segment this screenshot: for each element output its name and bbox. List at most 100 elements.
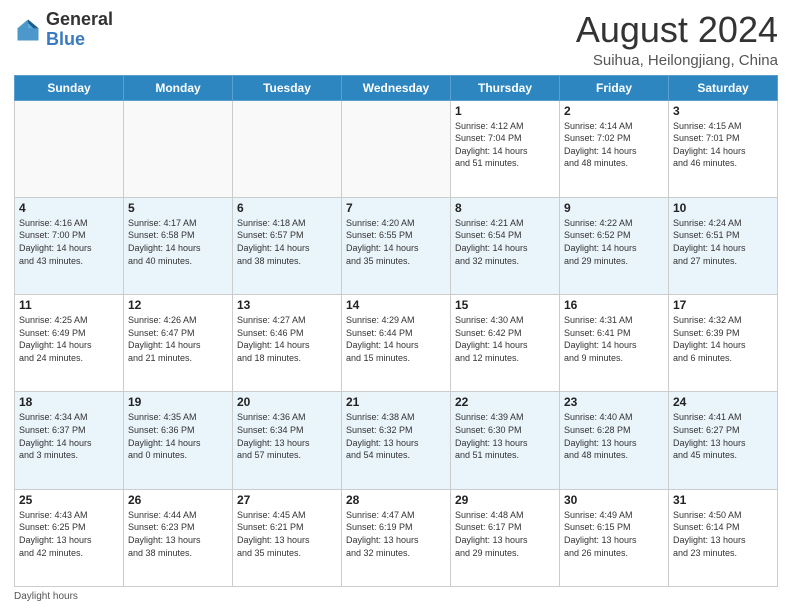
day-number: 27 xyxy=(237,493,337,507)
month-title: August 2024 xyxy=(576,10,778,50)
day-number: 1 xyxy=(455,104,555,118)
day-number: 6 xyxy=(237,201,337,215)
day-number: 28 xyxy=(346,493,446,507)
calendar-cell: 19Sunrise: 4:35 AMSunset: 6:36 PMDayligh… xyxy=(124,392,233,489)
day-number: 2 xyxy=(564,104,664,118)
calendar-cell: 3Sunrise: 4:15 AMSunset: 7:01 PMDaylight… xyxy=(669,100,778,197)
calendar-cell: 17 Sunrise: 4:32 AMSunset: 6:39 PMDayligh… xyxy=(669,295,778,392)
day-header-monday: Monday xyxy=(124,75,233,100)
calendar-cell: 12 Sunrise: 4:26 AMSunset: 6:47 PMDayligh… xyxy=(124,295,233,392)
day-header-friday: Friday xyxy=(560,75,669,100)
calendar-cell: 4 Sunrise: 4:16 AMSunset: 7:00 PMDaylight… xyxy=(15,197,124,294)
logo-icon xyxy=(14,16,42,44)
day-number: 16 xyxy=(564,298,664,312)
day-number: 3 xyxy=(673,104,773,118)
day-number: 18 xyxy=(19,395,119,409)
day-number: 24 xyxy=(673,395,773,409)
week-row-4: 18 Sunrise: 4:34 AMSunset: 6:37 PMDayligh… xyxy=(15,392,778,489)
calendar-cell: 13 Sunrise: 4:27 AMSunset: 6:46 PMDayligh… xyxy=(233,295,342,392)
logo: General Blue xyxy=(14,10,113,50)
day-info: Sunrise: 4:30 AMSunset: 6:42 PMDaylight:… xyxy=(455,314,555,364)
calendar-cell: 31 Sunrise: 4:50 AMSunset: 6:14 PMDayligh… xyxy=(669,489,778,586)
logo-text: General Blue xyxy=(46,10,113,50)
day-info: Sunrise: 4:36 AMSunset: 6:34 PMDaylight:… xyxy=(237,411,337,461)
week-row-2: 4 Sunrise: 4:16 AMSunset: 7:00 PMDaylight… xyxy=(15,197,778,294)
calendar-cell: 26 Sunrise: 4:44 AMSunset: 6:23 PMDayligh… xyxy=(124,489,233,586)
day-number: 30 xyxy=(564,493,664,507)
day-info: Sunrise: 4:32 AMSunset: 6:39 PMDaylight:… xyxy=(673,314,773,364)
day-number: 11 xyxy=(19,298,119,312)
calendar-cell: 30Sunrise: 4:49 AMSunset: 6:15 PMDayligh… xyxy=(560,489,669,586)
day-number: 13 xyxy=(237,298,337,312)
calendar-cell: 27 Sunrise: 4:45 AMSunset: 6:21 PMDayligh… xyxy=(233,489,342,586)
day-header-thursday: Thursday xyxy=(451,75,560,100)
day-number: 12 xyxy=(128,298,228,312)
day-info: Sunrise: 4:34 AMSunset: 6:37 PMDaylight:… xyxy=(19,411,119,461)
day-header-sunday: Sunday xyxy=(15,75,124,100)
day-info: Sunrise: 4:14 AMSunset: 7:02 PMDaylight:… xyxy=(564,120,664,170)
day-info: Sunrise: 4:38 AMSunset: 6:32 PMDaylight:… xyxy=(346,411,446,461)
day-number: 25 xyxy=(19,493,119,507)
calendar-cell: 5Sunrise: 4:17 AMSunset: 6:58 PMDaylight… xyxy=(124,197,233,294)
day-info: Sunrise: 4:47 AMSunset: 6:19 PMDaylight:… xyxy=(346,509,446,559)
footer: Daylight hours xyxy=(14,591,778,602)
day-number: 7 xyxy=(346,201,446,215)
header: General Blue August 2024 Suihua, Heilong… xyxy=(14,10,778,69)
day-number: 31 xyxy=(673,493,773,507)
day-info: Sunrise: 4:48 AMSunset: 6:17 PMDaylight:… xyxy=(455,509,555,559)
week-row-1: 1 Sunrise: 4:12 AMSunset: 7:04 PMDaylight… xyxy=(15,100,778,197)
days-of-week-row: SundayMondayTuesdayWednesdayThursdayFrid… xyxy=(15,75,778,100)
day-info: Sunrise: 4:31 AMSunset: 6:41 PMDaylight:… xyxy=(564,314,664,364)
calendar-body: 1 Sunrise: 4:12 AMSunset: 7:04 PMDaylight… xyxy=(15,100,778,586)
day-info: Sunrise: 4:12 AMSunset: 7:04 PMDaylight:… xyxy=(455,120,555,170)
daylight-hours-label: Daylight hours xyxy=(14,591,78,602)
logo-general-text: General xyxy=(46,9,113,29)
day-info: Sunrise: 4:44 AMSunset: 6:23 PMDaylight:… xyxy=(128,509,228,559)
title-block: August 2024 Suihua, Heilongjiang, China xyxy=(576,10,778,69)
calendar-cell: 15 Sunrise: 4:30 AMSunset: 6:42 PMDayligh… xyxy=(451,295,560,392)
day-info: Sunrise: 4:16 AMSunset: 7:00 PMDaylight:… xyxy=(19,217,119,267)
day-info: Sunrise: 4:21 AMSunset: 6:54 PMDaylight:… xyxy=(455,217,555,267)
calendar-cell: 23Sunrise: 4:40 AMSunset: 6:28 PMDayligh… xyxy=(560,392,669,489)
day-number: 17 xyxy=(673,298,773,312)
day-info: Sunrise: 4:22 AMSunset: 6:52 PMDaylight:… xyxy=(564,217,664,267)
calendar-cell: 24 Sunrise: 4:41 AMSunset: 6:27 PMDayligh… xyxy=(669,392,778,489)
calendar-cell: 1 Sunrise: 4:12 AMSunset: 7:04 PMDaylight… xyxy=(451,100,560,197)
day-number: 23 xyxy=(564,395,664,409)
day-info: Sunrise: 4:39 AMSunset: 6:30 PMDaylight:… xyxy=(455,411,555,461)
calendar-cell: 18 Sunrise: 4:34 AMSunset: 6:37 PMDayligh… xyxy=(15,392,124,489)
day-info: Sunrise: 4:17 AMSunset: 6:58 PMDaylight:… xyxy=(128,217,228,267)
calendar-cell: 20Sunrise: 4:36 AMSunset: 6:34 PMDayligh… xyxy=(233,392,342,489)
day-number: 4 xyxy=(19,201,119,215)
calendar-cell: 28 Sunrise: 4:47 AMSunset: 6:19 PMDayligh… xyxy=(342,489,451,586)
calendar-cell: 9 Sunrise: 4:22 AMSunset: 6:52 PMDaylight… xyxy=(560,197,669,294)
day-info: Sunrise: 4:45 AMSunset: 6:21 PMDaylight:… xyxy=(237,509,337,559)
calendar-cell: 6Sunrise: 4:18 AMSunset: 6:57 PMDaylight… xyxy=(233,197,342,294)
day-info: Sunrise: 4:27 AMSunset: 6:46 PMDaylight:… xyxy=(237,314,337,364)
day-number: 15 xyxy=(455,298,555,312)
day-info: Sunrise: 4:43 AMSunset: 6:25 PMDaylight:… xyxy=(19,509,119,559)
day-number: 10 xyxy=(673,201,773,215)
day-info: Sunrise: 4:26 AMSunset: 6:47 PMDaylight:… xyxy=(128,314,228,364)
calendar-cell: 25 Sunrise: 4:43 AMSunset: 6:25 PMDayligh… xyxy=(15,489,124,586)
calendar-cell: 16 Sunrise: 4:31 AMSunset: 6:41 PMDayligh… xyxy=(560,295,669,392)
week-row-3: 11 Sunrise: 4:25 AMSunset: 6:49 PMDayligh… xyxy=(15,295,778,392)
calendar-cell: 8Sunrise: 4:21 AMSunset: 6:54 PMDaylight… xyxy=(451,197,560,294)
day-info: Sunrise: 4:41 AMSunset: 6:27 PMDaylight:… xyxy=(673,411,773,461)
calendar-cell xyxy=(342,100,451,197)
calendar-cell: 10Sunrise: 4:24 AMSunset: 6:51 PMDayligh… xyxy=(669,197,778,294)
day-number: 9 xyxy=(564,201,664,215)
day-info: Sunrise: 4:25 AMSunset: 6:49 PMDaylight:… xyxy=(19,314,119,364)
day-info: Sunrise: 4:50 AMSunset: 6:14 PMDaylight:… xyxy=(673,509,773,559)
calendar-cell xyxy=(15,100,124,197)
day-header-saturday: Saturday xyxy=(669,75,778,100)
location-subtitle: Suihua, Heilongjiang, China xyxy=(576,52,778,69)
day-header-tuesday: Tuesday xyxy=(233,75,342,100)
day-number: 26 xyxy=(128,493,228,507)
calendar-header: SundayMondayTuesdayWednesdayThursdayFrid… xyxy=(15,75,778,100)
calendar-cell: 22 Sunrise: 4:39 AMSunset: 6:30 PMDayligh… xyxy=(451,392,560,489)
calendar-cell xyxy=(124,100,233,197)
day-number: 22 xyxy=(455,395,555,409)
day-header-wednesday: Wednesday xyxy=(342,75,451,100)
day-info: Sunrise: 4:20 AMSunset: 6:55 PMDaylight:… xyxy=(346,217,446,267)
